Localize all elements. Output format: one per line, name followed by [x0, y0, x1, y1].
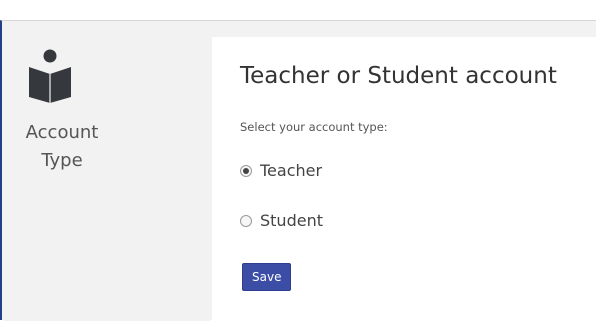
- account-type-instruction: Select your account type:: [240, 120, 388, 134]
- account-type-panel: Teacher or Student account Select your a…: [212, 37, 596, 321]
- teacher-option[interactable]: Teacher: [240, 161, 322, 180]
- sidebar: Account Type: [4, 21, 210, 321]
- account-settings-window: Account Type Teacher or Student account …: [0, 20, 596, 321]
- student-option[interactable]: Student: [240, 211, 323, 230]
- page-title: Teacher or Student account: [240, 63, 557, 89]
- teacher-label: Teacher: [260, 161, 323, 180]
- student-radio[interactable]: [240, 214, 252, 227]
- student-label: Student: [260, 211, 323, 230]
- top-strip: [0, 0, 596, 20]
- teacher-radio[interactable]: [240, 164, 252, 177]
- radio-selected-dot: [243, 167, 249, 174]
- save-button[interactable]: Save: [242, 263, 292, 291]
- sidebar-label: Account Type: [25, 122, 99, 171]
- screenshot-frame: Account Type Teacher or Student account …: [0, 0, 596, 321]
- reader-book-icon: [26, 49, 74, 103]
